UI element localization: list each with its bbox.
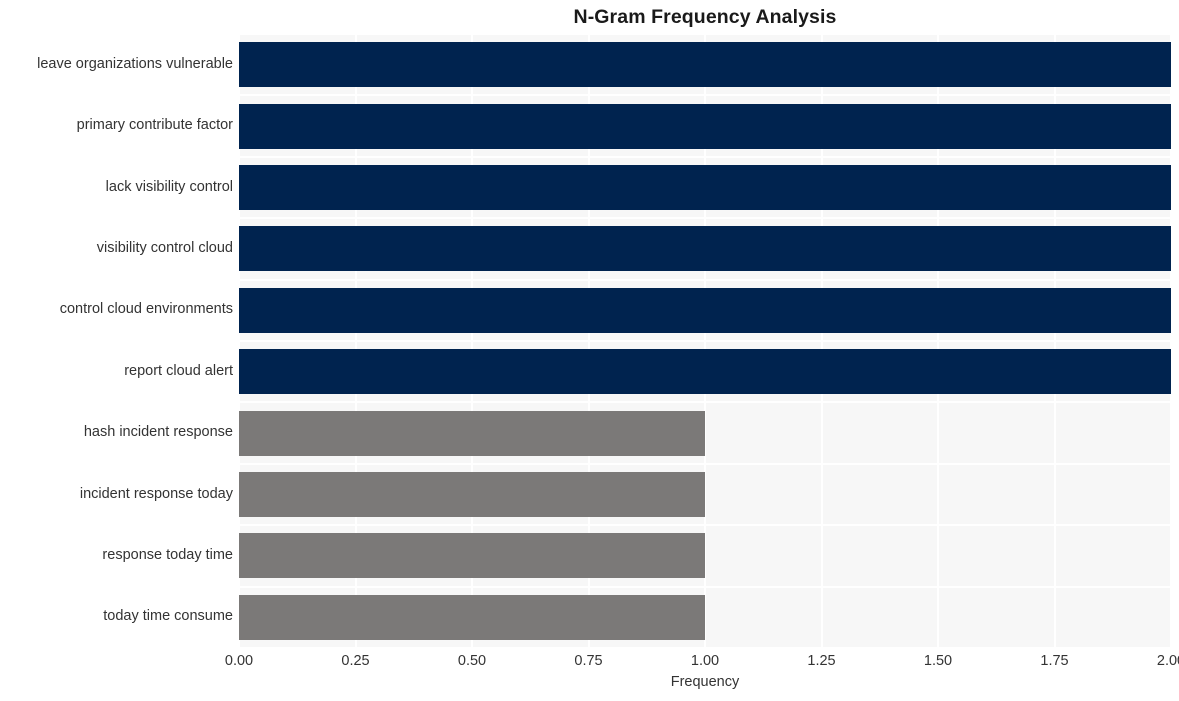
y-axis-tick-labels: leave organizations vulnerable primary co… bbox=[0, 34, 233, 648]
y-axis-tick-label: response today time bbox=[102, 546, 233, 563]
y-axis-tick-label: incident response today bbox=[79, 485, 233, 502]
horizontal-gridline bbox=[239, 647, 1171, 648]
bar bbox=[239, 349, 1171, 395]
horizontal-gridline bbox=[239, 217, 1171, 220]
x-axis-tick-labels: 0.00 0.25 0.50 0.75 1.00 1.25 1.50 1.75 2.00 bbox=[225, 652, 1179, 674]
y-axis-tick-label: lack visibility control bbox=[105, 178, 233, 195]
x-axis-tick-label: 1.25 bbox=[807, 653, 836, 669]
y-axis-tick-label: leave organizations vulnerable bbox=[37, 55, 233, 72]
x-axis-tick-label: 0.00 bbox=[224, 653, 254, 669]
chart-title: N-Gram Frequency Analysis bbox=[573, 6, 837, 28]
y-axis-tick-label: hash incident response bbox=[83, 424, 233, 441]
bar bbox=[239, 287, 1171, 333]
x-axis-label: Frequency bbox=[670, 674, 740, 690]
bar bbox=[239, 410, 705, 456]
x-axis-tick-label: 0.75 bbox=[574, 653, 603, 669]
bar bbox=[239, 594, 705, 640]
y-axis-tick-label: control cloud environments bbox=[59, 301, 233, 318]
x-axis-tick-label: 1.00 bbox=[690, 653, 720, 669]
horizontal-gridline bbox=[239, 340, 1171, 342]
y-axis-tick-label: visibility control cloud bbox=[96, 239, 233, 256]
bar bbox=[239, 42, 1171, 88]
bar bbox=[239, 472, 705, 517]
horizontal-gridline bbox=[239, 155, 1171, 158]
horizontal-gridline bbox=[239, 278, 1171, 281]
bar bbox=[239, 226, 1171, 272]
horizontal-gridline bbox=[239, 524, 1171, 527]
x-axis-tick-label: 0.25 bbox=[341, 653, 370, 669]
horizontal-gridline bbox=[239, 94, 1171, 97]
x-axis-tick-label: 1.75 bbox=[1040, 653, 1069, 669]
x-axis-tick-label: 1.50 bbox=[923, 653, 953, 669]
y-axis-tick-label: today time consume bbox=[103, 608, 233, 625]
bar bbox=[239, 103, 1171, 149]
y-axis-tick-label: primary contribute factor bbox=[76, 117, 233, 134]
plot-area bbox=[239, 34, 1171, 648]
horizontal-gridline bbox=[239, 401, 1171, 404]
horizontal-gridline bbox=[239, 34, 1171, 35]
chart-figure: N-Gram Frequency Analysis leave organiza… bbox=[0, 0, 1179, 701]
horizontal-gridline bbox=[239, 462, 1171, 465]
y-axis-tick-label: report cloud alert bbox=[124, 362, 233, 379]
x-axis-tick-label: 2.00 bbox=[1156, 653, 1179, 669]
bar bbox=[239, 165, 1171, 210]
x-axis-tick-label: 0.50 bbox=[457, 653, 487, 669]
horizontal-gridline bbox=[239, 585, 1171, 588]
bar bbox=[239, 533, 705, 579]
